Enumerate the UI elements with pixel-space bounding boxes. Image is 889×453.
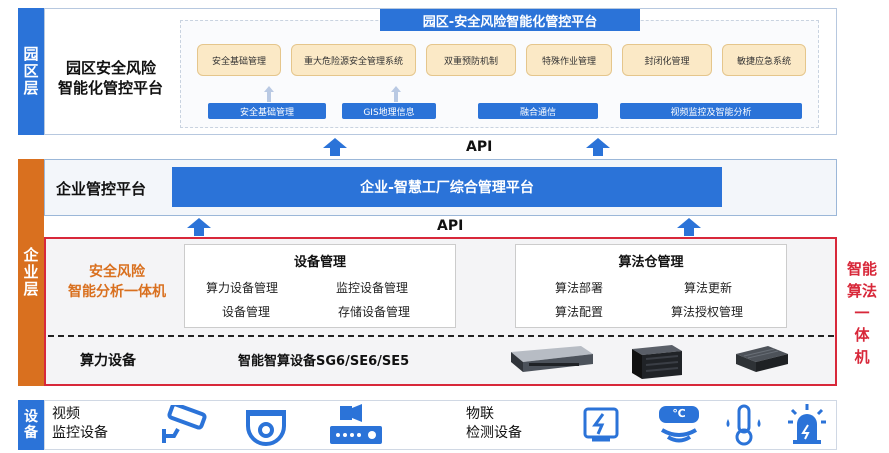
compute-title: 算力设备 <box>80 353 136 369</box>
device-mgmt-item[interactable]: 设备管理 <box>222 303 270 320</box>
humidity-thermometer-icon <box>726 404 761 446</box>
module-emergency-system[interactable]: 敏捷应急系统 <box>722 44 806 76</box>
ai-machine-side-line5: 机 <box>854 348 870 366</box>
device-mgmt-item[interactable]: 算力设备管理 <box>206 279 278 296</box>
api-label-top: API <box>466 139 493 155</box>
iot-devices-line1: 物联 <box>466 406 494 422</box>
api-label-mid: API <box>437 218 464 234</box>
temperature-symbol: ℃ <box>672 407 686 420</box>
enterprise-control-title: 企业管控平台 <box>56 180 147 198</box>
compute-models: 智能智算设备SG6/SE6/SE5 <box>238 354 410 369</box>
ai-machine-side-line2: 算法 <box>846 282 877 300</box>
rack-server-icon <box>511 346 593 372</box>
park-title: 园区安全风险 智能化管控平台 <box>58 58 188 98</box>
alarm-light-icon <box>788 404 826 444</box>
module-special-operations[interactable]: 特殊作业管理 <box>526 44 612 76</box>
park-layer-label-char-3: 层 <box>23 79 39 98</box>
video-devices-label: 视频 监控设备 <box>52 405 108 443</box>
park-layer-label-char-2: 区 <box>23 61 39 80</box>
video-devices-line1: 视频 <box>52 406 80 422</box>
device-layer-label-char-2: 备 <box>24 425 38 441</box>
service-up-arrow-icon <box>391 86 401 102</box>
service-up-arrow-icon <box>264 86 274 102</box>
bullet-camera-icon <box>162 405 207 443</box>
iot-devices-line2: 检测设备 <box>466 425 522 441</box>
algo-mgmt-item[interactable]: 算法授权管理 <box>671 303 743 320</box>
nvr-recorder-icon <box>330 404 382 444</box>
temperature-sensor-icon: ℃ <box>654 404 704 446</box>
enterprise-layer-label-char-1: 企 <box>23 245 39 264</box>
park-layer-side-label: 园 区 层 <box>18 8 44 135</box>
ai-machine-title-line2: 智能分析一体机 <box>68 284 166 300</box>
service-gis[interactable]: GIS地理信息 <box>342 103 436 119</box>
dome-camera-icon <box>246 410 286 446</box>
device-layer-label-char-1: 设 <box>24 408 38 425</box>
algo-mgmt-item[interactable]: 算法配置 <box>555 303 603 320</box>
algo-mgmt-item[interactable]: 算法更新 <box>684 279 732 296</box>
park-title-line1: 园区安全风险 <box>66 59 157 77</box>
ai-machine-side-line3: 一 <box>854 304 870 322</box>
algo-mgmt-title: 算法仓管理 <box>618 255 684 270</box>
device-mgmt-title: 设备管理 <box>293 255 346 270</box>
api-up-arrow-icon <box>187 218 211 236</box>
park-title-line2: 智能化管控平台 <box>58 79 164 97</box>
api-up-arrow-icon <box>323 138 347 156</box>
module-safety-basic[interactable]: 安全基础管理 <box>197 44 281 76</box>
enterprise-layer-label-char-3: 层 <box>23 280 39 299</box>
iot-devices-label: 物联 检测设备 <box>466 405 522 443</box>
park-layer-label-char-1: 园 <box>23 44 39 63</box>
device-layer-side-label: 设 备 <box>18 400 44 450</box>
device-mgmt-item[interactable]: 存储设备管理 <box>338 303 410 320</box>
gpu-server-icon <box>632 345 682 379</box>
ai-machine-title: 安全风险 智能分析一体机 <box>52 262 182 302</box>
device-mgmt-item[interactable]: 监控设备管理 <box>336 279 408 296</box>
ai-machine-title-line1: 安全风险 <box>89 264 145 280</box>
ai-machine-side-label: 智能 算法 一 体 机 <box>840 258 884 368</box>
module-dual-prevention[interactable]: 双重预防机制 <box>426 44 516 76</box>
api-up-arrow-icon <box>586 138 610 156</box>
video-devices-line2: 监控设备 <box>52 425 108 441</box>
algo-mgmt-item[interactable]: 算法部署 <box>555 279 603 296</box>
compute-divider <box>48 335 834 337</box>
service-video-analysis[interactable]: 视频监控及智能分析 <box>620 103 802 119</box>
ai-machine-side-line1: 智能 <box>846 260 877 278</box>
enterprise-control-bar[interactable]: 企业-智慧工厂综合管理平台 <box>172 167 722 207</box>
enterprise-layer-label-char-2: 业 <box>23 262 39 281</box>
ai-machine-side-line4: 体 <box>854 326 870 344</box>
module-major-hazard[interactable]: 重大危险源安全管理系统 <box>291 44 416 76</box>
electric-meter-icon <box>583 407 619 442</box>
api-up-arrow-icon <box>677 218 701 236</box>
module-closed-management[interactable]: 封闭化管理 <box>622 44 712 76</box>
enterprise-layer-side-label: 企 业 层 <box>18 159 44 386</box>
service-safety-basic[interactable]: 安全基础管理 <box>208 103 326 119</box>
service-fusion-comm[interactable]: 融合通信 <box>478 103 598 119</box>
park-platform-banner: 园区-安全风险智能化管控平台 <box>380 9 640 31</box>
edge-box-icon <box>736 346 788 372</box>
